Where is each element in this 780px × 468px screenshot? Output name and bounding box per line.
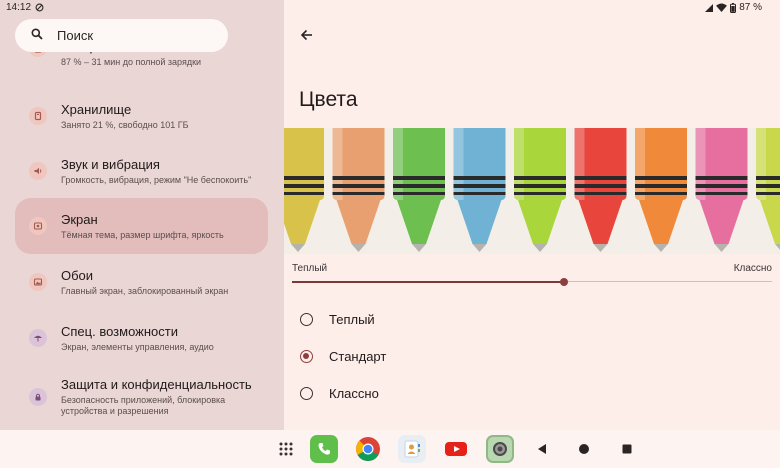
battery-status-icon: [730, 2, 737, 13]
settings-item-accessibility[interactable]: Спец. возможности Экран, элементы управл…: [15, 310, 268, 366]
phone-app-icon[interactable]: [310, 435, 338, 463]
status-bar: 14:12 87 %: [0, 0, 780, 16]
settings-item-title: Защита и конфиденциальность: [61, 377, 252, 392]
radio-button[interactable]: [300, 349, 313, 363]
lock-icon: [29, 388, 47, 406]
back-button[interactable]: [298, 26, 316, 44]
settings-item-display[interactable]: Экран Тёмная тема, размер шрифта, яркост…: [15, 198, 268, 254]
nav-home-button[interactable]: [576, 441, 592, 457]
search-input[interactable]: Поиск: [57, 28, 93, 43]
battery-percent: 87 %: [739, 2, 762, 13]
nav-back-button[interactable]: [534, 441, 550, 457]
do-not-disturb-icon: [35, 3, 44, 12]
radio-option-warm[interactable]: Теплый: [300, 307, 600, 331]
radio-button[interactable]: [300, 386, 313, 400]
radio-option-cool[interactable]: Классно: [300, 381, 600, 405]
settings-item-subtitle: 87 % – 31 мин до полной зарядки: [61, 57, 202, 67]
back-icon: [538, 444, 546, 454]
signal-icon: [705, 3, 714, 12]
settings-item-title: Хранилище: [61, 101, 132, 117]
app-drawer-icon[interactable]: [272, 435, 300, 463]
radio-button[interactable]: [300, 312, 313, 326]
color-temperature-slider[interactable]: [292, 278, 772, 286]
settings-item-storage[interactable]: Хранилище Занято 21 %, свободно 101 ГБ: [15, 88, 268, 144]
search-icon: [31, 27, 43, 45]
slider-track-inactive: [564, 281, 772, 282]
taskbar: [0, 430, 780, 468]
settings-item-wallpaper[interactable]: Обои Главный экран, заблокированный экра…: [15, 254, 268, 310]
radio-option-standard[interactable]: Стандарт: [300, 344, 600, 368]
settings-item-subtitle: Занято 21 %, свободно 101 ГБ: [61, 119, 189, 130]
contacts-app-icon[interactable]: [398, 435, 426, 463]
clock: 14:12: [6, 2, 32, 13]
slider-min-label: Теплый: [292, 263, 328, 274]
settings-item-title: Обои: [61, 267, 94, 283]
radio-label: Классно: [329, 385, 379, 401]
slider-thumb[interactable]: [560, 278, 568, 286]
settings-item-subtitle: Громкость, вибрация, режим "Не беспокоит…: [61, 174, 252, 185]
settings-pane: Батарея 87 % – 31 мин до полной зарядки …: [0, 0, 284, 430]
search-bar[interactable]: Поиск: [15, 19, 228, 52]
settings-app-icon[interactable]: [486, 435, 514, 463]
youtube-app-icon[interactable]: [442, 435, 470, 463]
display-icon: [29, 217, 47, 235]
accessibility-icon: [29, 329, 47, 347]
wallpaper-icon: [29, 273, 47, 291]
settings-item-privacy[interactable]: Защита и конфиденциальность Безопасность…: [15, 368, 268, 426]
page-title: Цвета: [299, 88, 358, 111]
radio-label: Теплый: [329, 311, 375, 327]
recents-icon: [622, 444, 632, 454]
slider-track-active: [292, 281, 564, 283]
radio-label: Стандарт: [329, 348, 387, 364]
volume-icon: [29, 162, 47, 180]
wifi-icon: [716, 3, 728, 12]
nav-recents-button[interactable]: [619, 441, 635, 457]
detail-pane: Цвета Теплый Классно Теплый Стандарт Кла…: [284, 0, 780, 430]
slider-max-label: Классно: [733, 263, 772, 274]
chrome-app-icon[interactable]: [354, 435, 382, 463]
settings-item-subtitle: Безопасность приложений, блокировка устр…: [61, 395, 226, 416]
settings-item-title: Звук и вибрация: [61, 156, 160, 172]
settings-item-title: Спец. возможности: [61, 323, 178, 339]
settings-item-subtitle: Экран, элементы управления, аудио: [61, 341, 214, 352]
arrow-left-icon: [300, 29, 312, 41]
settings-item-sound[interactable]: Звук и вибрация Громкость, вибрация, реж…: [15, 143, 268, 199]
settings-item-subtitle: Главный экран, заблокированный экран: [61, 285, 229, 296]
crayons-illustration: [284, 128, 780, 254]
settings-item-title: Экран: [61, 211, 98, 227]
storage-icon: [29, 107, 47, 125]
settings-item-subtitle: Тёмная тема, размер шрифта, яркость: [61, 229, 224, 240]
home-icon: [579, 444, 589, 454]
